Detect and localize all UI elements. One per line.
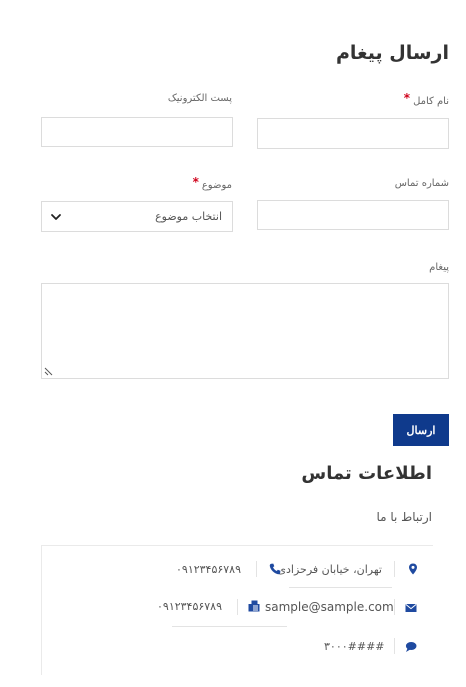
envelope-icon	[405, 604, 417, 612]
message-textarea[interactable]	[41, 283, 449, 379]
send-button[interactable]: ارسال	[393, 414, 449, 446]
divider	[394, 599, 395, 615]
full-name-field[interactable]	[257, 118, 449, 149]
chat-bubble-icon	[405, 642, 417, 652]
contact-title: اطلاعات تماس	[301, 463, 432, 484]
phone-label: شماره تماس	[394, 178, 449, 189]
contact-sms: ۳۰۰۰####	[324, 640, 385, 653]
chevron-down-icon	[51, 213, 61, 220]
email-field[interactable]	[41, 117, 233, 147]
map-marker-icon	[409, 563, 417, 575]
resize-handle-icon[interactable]	[44, 367, 53, 376]
subject-select[interactable]: انتخاب موضوع	[41, 201, 233, 232]
message-label: پیغام	[429, 262, 449, 273]
divider	[237, 599, 238, 615]
subject-label-text: موضوع	[201, 180, 232, 191]
phone-field[interactable]	[257, 200, 449, 230]
subject-label: موضوع*	[192, 175, 232, 191]
contact-phone: ۰۹۱۲۳۴۵۶۷۸۹	[176, 563, 241, 576]
contact-fax: ۰۹۱۲۳۴۵۶۷۸۹	[157, 600, 222, 613]
contact-address: تهران، خیابان فرحزادی	[277, 563, 382, 576]
divider	[256, 561, 257, 577]
divider	[394, 638, 395, 654]
fax-icon	[248, 600, 260, 612]
full-name-label-text: نام کامل	[413, 96, 449, 107]
divider	[172, 626, 287, 627]
required-mark: *	[192, 175, 199, 189]
subject-selected-value: انتخاب موضوع	[155, 210, 222, 223]
phone-icon	[269, 563, 281, 575]
contact-subtitle: ارتباط با ما	[376, 510, 432, 524]
full-name-label: نام کامل*	[403, 91, 449, 107]
email-label: پست الکترونیک	[167, 93, 232, 104]
contact-email[interactable]: sample@sample.com	[265, 600, 394, 614]
page-title: ارسال پیغام	[335, 42, 449, 64]
divider	[289, 587, 392, 588]
divider	[394, 561, 395, 577]
required-mark: *	[403, 91, 411, 105]
